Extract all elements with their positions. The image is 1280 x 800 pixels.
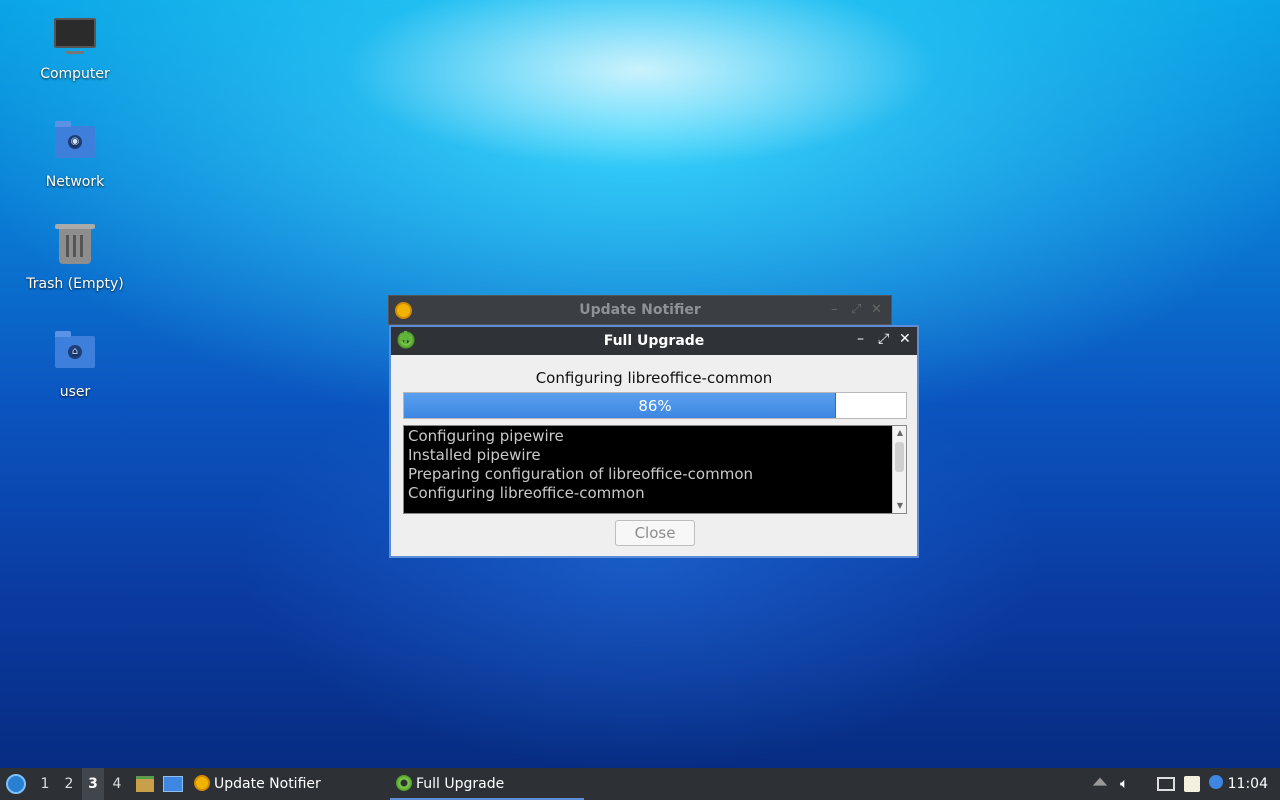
task-full-upgrade[interactable]: Full Upgrade bbox=[390, 768, 584, 800]
update-notifier-window[interactable]: Update Notifier – ⤢ ✕ bbox=[388, 295, 892, 325]
desktop-icon-label: Trash (Empty) bbox=[26, 276, 124, 292]
eject-icon[interactable] bbox=[1092, 777, 1108, 786]
dialog-titlebar[interactable]: Full Upgrade – ⤢ ✕ bbox=[391, 327, 917, 355]
desktop-icon-trash[interactable]: Trash (Empty) bbox=[20, 224, 130, 292]
task-label: Update Notifier bbox=[214, 776, 321, 792]
status-label: Configuring libreoffice-common bbox=[535, 369, 773, 387]
scroll-down-arrow-icon[interactable]: ▼ bbox=[893, 499, 906, 513]
scroll-up-arrow-icon[interactable]: ▲ bbox=[893, 426, 906, 440]
clock[interactable]: 11:04 bbox=[1228, 768, 1268, 800]
task-label: Full Upgrade bbox=[416, 776, 505, 792]
workspace-3[interactable]: 3 bbox=[82, 768, 104, 800]
log-line: Installed pipewire bbox=[408, 446, 541, 464]
task-update-notifier[interactable]: Update Notifier bbox=[194, 768, 380, 800]
maximize-button[interactable]: ⤢ bbox=[878, 331, 889, 347]
desktop-icon-label: Computer bbox=[40, 66, 110, 82]
desktop-icon-user[interactable]: ⌂ user bbox=[20, 330, 130, 400]
scrollbar-thumb[interactable] bbox=[895, 442, 904, 472]
update-notifier-icon bbox=[194, 775, 210, 791]
progress-bar: 86% bbox=[403, 392, 907, 419]
workspace-2[interactable]: 2 bbox=[58, 768, 80, 800]
minimize-button[interactable]: – bbox=[857, 331, 864, 347]
desktop-icon-label: Network bbox=[45, 174, 105, 190]
network-icon[interactable] bbox=[1157, 777, 1175, 791]
close-button[interactable]: ✕ bbox=[899, 331, 911, 347]
log-line: Configuring libreoffice-common bbox=[408, 484, 645, 502]
log-output[interactable]: Configuring pipewire Installed pipewire … bbox=[403, 425, 907, 514]
taskbar: 1 2 3 4 Update Notifier Full Upgrade 🔈︎ … bbox=[0, 768, 1280, 800]
close-button[interactable]: ✕ bbox=[871, 302, 882, 317]
dialog-title: Full Upgrade bbox=[603, 333, 705, 349]
minimize-button[interactable]: – bbox=[831, 302, 838, 317]
progress-percent: 86% bbox=[638, 397, 672, 415]
clipboard-icon[interactable] bbox=[1184, 776, 1200, 792]
desktop-icon-computer[interactable]: Computer bbox=[20, 14, 130, 82]
log-line: Preparing configuration of libreoffice-c… bbox=[408, 465, 754, 483]
home-folder-icon: ⌂ bbox=[53, 331, 97, 380]
window-title: Update Notifier bbox=[579, 302, 701, 318]
maximize-button[interactable]: ⤢ bbox=[851, 302, 861, 317]
computer-icon bbox=[53, 18, 97, 62]
start-menu-icon[interactable] bbox=[6, 774, 26, 794]
volume-icon[interactable]: 🔈︎ bbox=[1120, 776, 1136, 792]
show-desktop-icon[interactable] bbox=[163, 776, 183, 792]
close-dialog-button[interactable]: Close bbox=[615, 520, 695, 546]
log-line: Configuring pipewire bbox=[408, 427, 564, 445]
network-folder-icon: ◉ bbox=[53, 121, 97, 170]
full-upgrade-dialog: Full Upgrade – ⤢ ✕ Configuring libreoffi… bbox=[389, 325, 919, 558]
workspace-1[interactable]: 1 bbox=[34, 768, 56, 800]
gear-icon bbox=[396, 775, 412, 791]
desktop-icon-network[interactable]: ◉ Network bbox=[20, 120, 130, 190]
workspace-4[interactable]: 4 bbox=[106, 768, 128, 800]
desktop-icon-label: user bbox=[59, 384, 91, 400]
trash-icon bbox=[53, 224, 97, 272]
update-alert-icon[interactable] bbox=[1209, 775, 1223, 789]
file-manager-icon[interactable] bbox=[136, 776, 154, 792]
log-scrollbar[interactable]: ▲ ▼ bbox=[892, 426, 906, 513]
